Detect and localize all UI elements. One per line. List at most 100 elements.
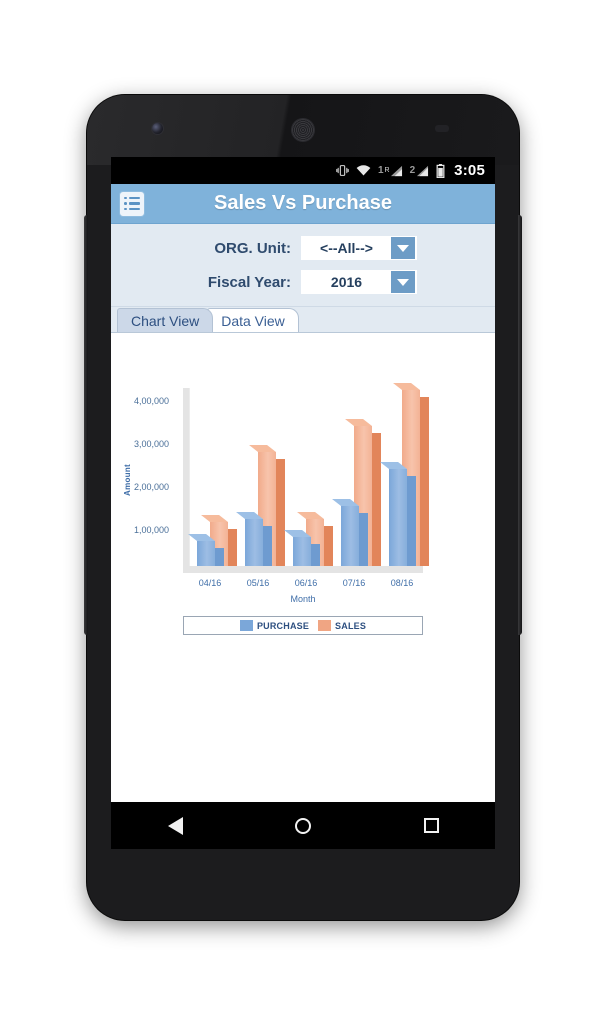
menu-bar — [129, 196, 140, 200]
bar-purchase-07-16[interactable] — [331, 498, 368, 566]
nav-back-button[interactable] — [150, 811, 200, 841]
bar-group — [283, 381, 337, 566]
x-tick-label: 05/16 — [246, 578, 270, 588]
proximity-sensor-icon — [435, 125, 449, 132]
earpiece-speaker-icon — [292, 119, 314, 141]
plot-area — [183, 382, 429, 573]
bar-side — [262, 525, 272, 566]
wifi-icon — [356, 164, 371, 177]
bars-container — [187, 382, 429, 566]
menu-bullet — [124, 202, 127, 205]
bar-top-face — [392, 382, 420, 390]
bar-side — [275, 459, 285, 566]
sim1-label: 1 — [377, 165, 384, 176]
x-tick-label: 04/16 — [198, 578, 222, 588]
org-unit-filter-row: ORG. Unit: <--All--> — [111, 236, 495, 260]
fiscal-year-select[interactable]: 2016 — [301, 270, 417, 294]
bar-face — [244, 518, 263, 566]
nav-recents-button[interactable] — [406, 811, 456, 841]
bar-purchase-06-16[interactable] — [283, 529, 320, 566]
x-tick-label: 08/16 — [390, 578, 414, 588]
bar-side — [310, 543, 320, 566]
app-title-bar: Sales Vs Purchase — [111, 184, 495, 224]
bar-group — [235, 381, 289, 566]
recents-square-icon — [423, 818, 439, 833]
sales-vs-purchase-chart: Amount 1,00,000 2,00,000 3,00,000 4,00,000 … — [121, 382, 485, 635]
bar-purchase-04-16[interactable] — [187, 534, 224, 566]
front-camera-icon — [152, 123, 163, 134]
fiscal-year-filter-row: Fiscal Year: 2016 — [111, 270, 495, 294]
bar-side — [358, 512, 368, 566]
phone-screen: 1R 2 3:05 Sales Vs Purchase ORG. Unit: <… — [111, 157, 495, 849]
y-tick-label: 1,00,000 — [133, 524, 169, 535]
view-tabs: Chart View Data View — [111, 307, 495, 333]
chevron-down-icon[interactable] — [391, 237, 415, 259]
sim2-label: 2 — [409, 165, 416, 176]
org-unit-label: ORG. Unit: — [214, 239, 291, 257]
bar-side — [371, 433, 381, 566]
bar-side — [323, 525, 333, 566]
bar-top-face — [200, 514, 228, 522]
vibrate-icon — [336, 164, 349, 177]
menu-icon-row — [124, 202, 140, 205]
bar-top-face — [248, 445, 276, 452]
menu-bullet — [124, 207, 127, 211]
chevron-down-icon[interactable] — [391, 271, 415, 293]
menu-bar — [129, 207, 140, 211]
x-tick-label: 07/16 — [342, 578, 366, 588]
menu-icon-row — [124, 207, 140, 211]
chart-legend: PURCHASE SALES — [183, 616, 423, 635]
menu-icon-row — [124, 196, 140, 200]
y-tick-label: 2,00,000 — [133, 481, 169, 492]
org-unit-select[interactable]: <--All--> — [301, 236, 417, 260]
home-circle-icon — [295, 817, 311, 834]
y-tick-label: 3,00,000 — [133, 438, 169, 449]
page-title: Sales Vs Purchase — [214, 192, 392, 214]
bar-group — [379, 381, 433, 566]
sim1-signal-icon: 1R — [378, 165, 403, 177]
legend-label: SALES — [335, 620, 367, 631]
back-triangle-icon — [167, 816, 183, 835]
fiscal-year-value: 2016 — [330, 274, 363, 290]
list-menu-icon[interactable] — [119, 190, 145, 217]
status-clock: 3:05 — [454, 162, 485, 179]
legend-entry: SALES — [318, 620, 366, 631]
phone-right-edge — [518, 215, 522, 635]
bar-purchase-08-16[interactable] — [379, 462, 416, 566]
bar-side — [214, 548, 224, 566]
tab-chart-view[interactable]: Chart View — [117, 308, 214, 332]
x-tick-label: 06/16 — [294, 578, 318, 588]
y-tick-label: 4,00,000 — [133, 395, 169, 406]
phone-left-edge — [84, 215, 88, 635]
filter-panel: ORG. Unit: <--All--> Fiscal Year: 2016 — [111, 224, 495, 307]
menu-bullet — [124, 196, 127, 200]
bar-face — [292, 536, 311, 566]
bar-top-face — [344, 419, 372, 427]
android-nav-bar — [111, 802, 495, 849]
nav-home-button[interactable] — [278, 811, 328, 841]
org-unit-value: <--All--> — [320, 240, 373, 256]
bar-group — [187, 381, 241, 566]
bar-face — [388, 469, 407, 566]
tab-data-view[interactable]: Data View — [207, 308, 299, 332]
menu-bar — [129, 202, 140, 205]
bar-side — [406, 476, 416, 566]
legend-swatch — [318, 620, 332, 631]
sim2-signal-icon: 2 — [410, 165, 430, 177]
fiscal-year-label: Fiscal Year: — [207, 273, 291, 291]
phone-frame: 1R 2 3:05 Sales Vs Purchase ORG. Unit: <… — [84, 95, 522, 920]
bar-side — [419, 396, 429, 566]
bar-group — [331, 381, 385, 566]
bar-side — [227, 528, 237, 566]
legend-entry: PURCHASE — [239, 620, 310, 631]
bar-face — [340, 505, 359, 566]
chart-view-panel: Amount 1,00,000 2,00,000 3,00,000 4,00,000 … — [111, 333, 495, 783]
bar-purchase-05-16[interactable] — [235, 511, 272, 566]
status-bar: 1R 2 3:05 — [111, 157, 495, 184]
legend-swatch — [239, 620, 253, 631]
bar-face — [196, 541, 215, 566]
x-axis-title: Month — [290, 594, 316, 604]
legend-label: PURCHASE — [256, 620, 310, 631]
battery-icon — [436, 163, 445, 178]
bar-top-face — [296, 511, 324, 519]
